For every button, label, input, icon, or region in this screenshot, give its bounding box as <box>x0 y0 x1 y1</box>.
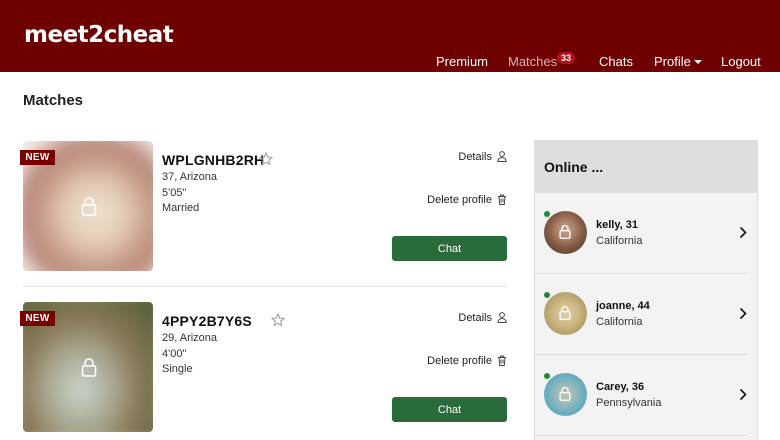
delete-profile-link[interactable]: Delete profile <box>427 355 507 367</box>
details-link[interactable]: Details <box>458 151 507 163</box>
user-icon <box>497 312 507 323</box>
match-age-location: 37, Arizona <box>162 171 218 183</box>
avatar <box>544 211 587 254</box>
online-user-location: Pennsylvania <box>596 397 662 409</box>
trash-icon <box>498 355 506 366</box>
matches-count-badge: 33 <box>557 52 575 64</box>
online-user-name: Carey, 36 <box>596 381 645 393</box>
chevron-right-icon <box>739 388 747 401</box>
online-status-dot <box>544 292 550 298</box>
new-badge: NEW <box>20 150 55 165</box>
nav-chats[interactable]: Chats <box>599 54 633 72</box>
new-badge: NEW <box>20 311 55 326</box>
trash-icon <box>498 194 506 205</box>
online-status-dot <box>544 373 550 379</box>
match-status: Married <box>162 202 200 214</box>
online-status-dot <box>544 211 550 217</box>
match-card: NEW WPLGNHB2RH 37, Arizona 5'05" Married… <box>20 141 507 273</box>
online-user-name: joanne, 44 <box>596 300 650 312</box>
star-outline-icon[interactable] <box>259 152 273 166</box>
delete-profile-link[interactable]: Delete profile <box>427 194 507 206</box>
match-card: NEW 4PPY2B7Y6S 29, Arizona 4'00" Single … <box>20 302 507 434</box>
online-user-row[interactable]: Carey, 36 Pennsylvania <box>535 355 747 436</box>
online-user-location: California <box>596 235 643 247</box>
delete-label: Delete profile <box>427 355 492 367</box>
details-label: Details <box>458 312 492 324</box>
lock-icon <box>559 224 571 239</box>
lock-icon <box>81 358 97 377</box>
online-user-row[interactable]: joanne, 44 California <box>535 274 747 355</box>
online-user-name: kelly, 31 <box>596 219 638 231</box>
nav-premium[interactable]: Premium <box>436 54 488 72</box>
avatar <box>544 292 587 335</box>
star-outline-icon[interactable] <box>271 313 285 327</box>
match-height: 4'00" <box>162 348 187 360</box>
details-label: Details <box>458 151 492 163</box>
nav-logout[interactable]: Logout <box>721 54 761 72</box>
chevron-right-icon <box>739 226 747 239</box>
chat-button[interactable]: Chat <box>392 397 507 422</box>
top-navigation-bar: meet2cheat Premium Matches 33 Chats Prof… <box>0 0 780 72</box>
lock-icon <box>559 305 571 320</box>
lock-icon <box>81 197 97 216</box>
lock-icon <box>559 386 571 401</box>
delete-label: Delete profile <box>427 194 492 206</box>
match-age-location: 29, Arizona <box>162 332 218 344</box>
caret-down-icon <box>693 60 702 64</box>
user-icon <box>497 151 507 162</box>
nav-profile[interactable]: Profile <box>654 54 702 72</box>
nav-profile-label: Profile <box>654 54 691 69</box>
details-link[interactable]: Details <box>458 312 507 324</box>
match-username[interactable]: WPLGNHB2RH <box>162 152 264 168</box>
online-user-row[interactable]: kelly, 31 California <box>535 193 747 274</box>
card-divider <box>23 286 507 287</box>
page-title: Matches <box>23 92 84 109</box>
match-username[interactable]: 4PPY2B7Y6S <box>162 313 252 329</box>
online-panel-title: Online ... <box>535 141 757 193</box>
chevron-right-icon <box>739 307 747 320</box>
site-logo[interactable]: meet2cheat <box>24 22 174 48</box>
online-users-panel: Online ... kelly, 31 California joanne, … <box>534 140 758 440</box>
nav-matches[interactable]: Matches <box>508 54 557 72</box>
match-height: 5'05" <box>162 187 187 199</box>
chat-button[interactable]: Chat <box>392 236 507 261</box>
match-status: Single <box>162 363 193 375</box>
avatar <box>544 373 587 416</box>
online-user-location: California <box>596 316 643 328</box>
